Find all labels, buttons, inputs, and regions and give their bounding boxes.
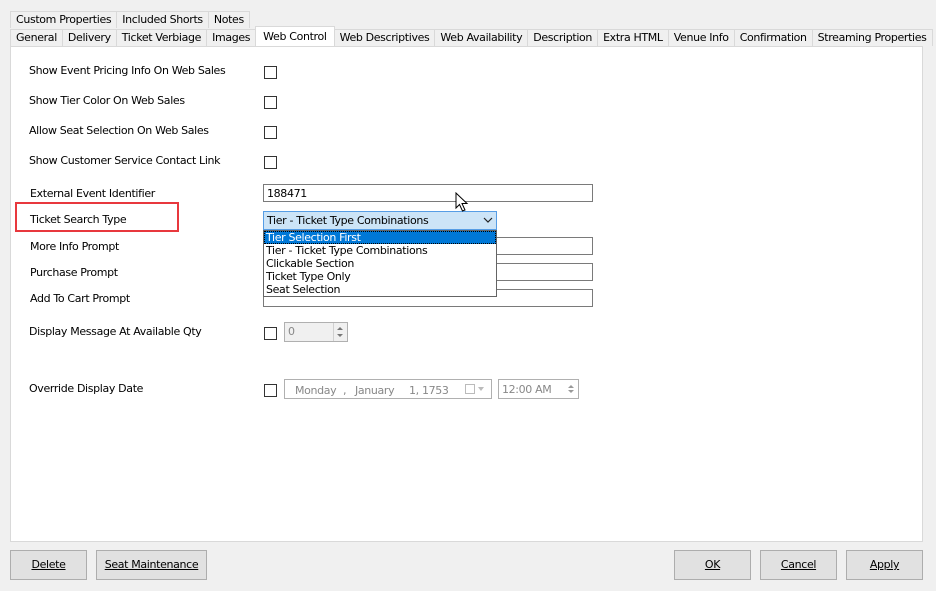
chevron-down-icon[interactable] [483, 215, 493, 225]
time-value: 12:00 AM [502, 383, 552, 396]
tab-row-2: General Delivery Ticket Verbiage Images … [10, 26, 933, 47]
tab-notes[interactable]: Notes [207, 11, 250, 28]
show-tier-color-label: Show Tier Color On Web Sales [29, 94, 185, 107]
tab-web-descriptives[interactable]: Web Descriptives [333, 29, 436, 46]
cancel-button[interactable]: Cancel [760, 550, 837, 580]
tab-ticket-verbiage[interactable]: Ticket Verbiage [115, 29, 208, 46]
purchase-prompt-label: Purchase Prompt [30, 266, 118, 279]
tab-included-shorts[interactable]: Included Shorts [116, 11, 209, 28]
ticket-search-type-value: Tier - Ticket Type Combinations [267, 214, 429, 227]
override-display-date-label: Override Display Date [29, 382, 144, 395]
option-clickable-section[interactable]: Clickable Section [264, 257, 496, 270]
available-qty-spinner[interactable]: 0 [284, 322, 348, 342]
external-event-identifier-input[interactable]: 188471 [263, 184, 593, 202]
time-spin-icon[interactable] [566, 382, 576, 396]
show-event-pricing-label: Show Event Pricing Info On Web Sales [29, 64, 226, 77]
option-ticket-type-only[interactable]: Ticket Type Only [264, 270, 496, 283]
option-seat-selection[interactable]: Seat Selection [264, 283, 496, 296]
delete-button[interactable]: Delete [10, 550, 87, 580]
add-to-cart-prompt-label: Add To Cart Prompt [30, 292, 130, 305]
tab-row-1: Custom Properties Included Shorts Notes [10, 11, 250, 29]
tab-streaming-properties[interactable]: Streaming Properties [811, 29, 933, 46]
display-message-label: Display Message At Available Qty [29, 325, 202, 338]
more-info-prompt-label: More Info Prompt [30, 240, 119, 253]
highlight-box [15, 202, 179, 232]
show-event-pricing-checkbox[interactable] [264, 66, 277, 79]
ok-button[interactable]: OK [674, 550, 751, 580]
seat-maintenance-button[interactable]: Seat Maintenance [96, 550, 207, 580]
tab-web-availability[interactable]: Web Availability [434, 29, 529, 46]
option-tier-ticket-type-combinations[interactable]: Tier - Ticket Type Combinations [264, 244, 496, 257]
allow-seat-selection-label: Allow Seat Selection On Web Sales [29, 124, 209, 137]
spinner-buttons[interactable] [333, 323, 347, 341]
date-day-year: 1, 1753 [409, 384, 449, 397]
override-date-picker[interactable]: Monday , January 1, 1753 [284, 379, 492, 399]
date-month: January [355, 384, 395, 397]
option-tier-selection-first[interactable]: Tier Selection First [264, 231, 496, 244]
tab-custom-properties[interactable]: Custom Properties [10, 11, 118, 28]
available-qty-value: 0 [288, 325, 295, 338]
spin-arrows-icon[interactable] [334, 323, 346, 341]
display-message-checkbox[interactable] [264, 327, 277, 340]
tab-general[interactable]: General [10, 29, 63, 46]
date-weekday: Monday [295, 384, 337, 397]
tab-venue-info[interactable]: Venue Info [667, 29, 735, 46]
web-control-panel: Show Event Pricing Info On Web Sales Sho… [10, 46, 923, 542]
tab-extra-html[interactable]: Extra HTML [597, 29, 669, 46]
override-display-date-checkbox[interactable] [264, 384, 277, 397]
allow-seat-selection-checkbox[interactable] [264, 126, 277, 139]
tab-confirmation[interactable]: Confirmation [733, 29, 813, 46]
calendar-dropdown-icon[interactable] [465, 384, 487, 395]
show-customer-service-label: Show Customer Service Contact Link [29, 154, 221, 167]
show-customer-service-checkbox[interactable] [264, 156, 277, 169]
external-event-identifier-label: External Event Identifier [30, 187, 155, 200]
tab-description[interactable]: Description [527, 29, 599, 46]
override-time-picker[interactable]: 12:00 AM [498, 379, 579, 399]
date-comma: , [343, 384, 347, 397]
tab-images[interactable]: Images [206, 29, 257, 46]
tab-web-control[interactable]: Web Control [255, 26, 335, 46]
mouse-cursor-icon [455, 192, 469, 212]
tab-delivery[interactable]: Delivery [61, 29, 117, 46]
show-tier-color-checkbox[interactable] [264, 96, 277, 109]
ticket-search-type-dropdown: Tier Selection First Tier - Ticket Type … [263, 230, 497, 297]
apply-button[interactable]: Apply [846, 550, 923, 580]
